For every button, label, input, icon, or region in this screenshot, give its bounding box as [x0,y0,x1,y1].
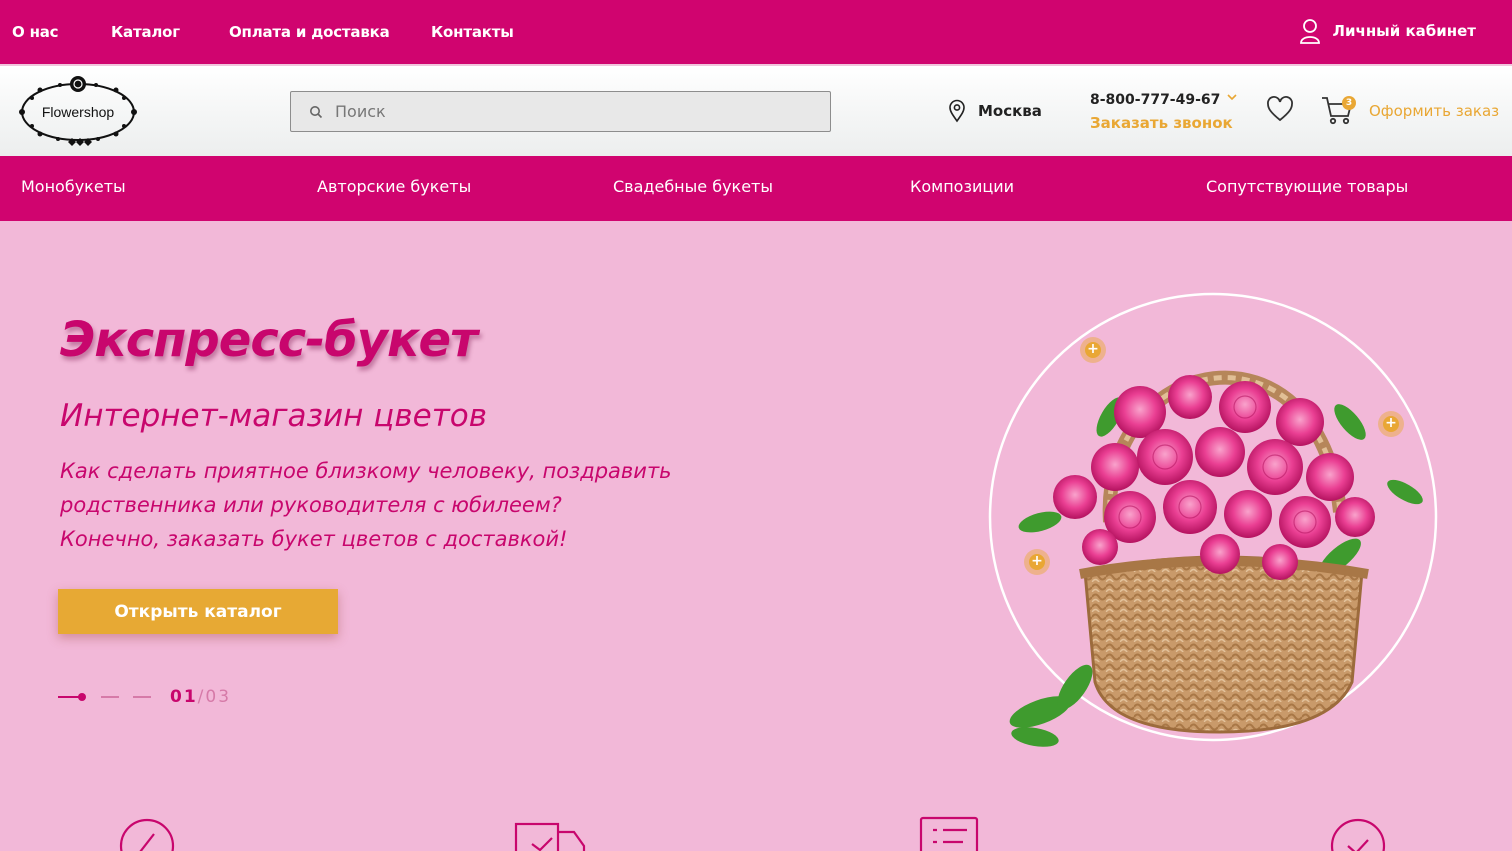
hotspot-plus-icon[interactable]: + [1378,411,1404,437]
open-catalog-button[interactable]: Открыть каталог [58,589,338,634]
top-nav-payment-delivery[interactable]: Оплата и доставка [229,23,390,41]
account-label: Личный кабинет [1332,22,1476,40]
slide-current: 01 [170,687,198,707]
top-nav-catalog[interactable]: Каталог [111,23,180,41]
logo-text: Flowershop [42,104,115,120]
delivery-truck-icon [514,822,586,851]
slide-counter: 01/03 [170,687,231,707]
phone-text: 8-800-777-49-67 [1090,92,1221,108]
logo[interactable]: Flowershop [12,72,144,150]
hero-subtitle: Интернет-магазин цветов [60,398,488,434]
slider-pagination [58,693,151,701]
search-input[interactable] [335,102,795,121]
callback-link[interactable]: Заказать звонок [1090,114,1233,132]
category-compositions[interactable]: Композиции [910,177,1014,196]
hotspot-plus-icon[interactable]: + [1024,549,1050,575]
checkout-link[interactable]: Оформить заказ [1369,102,1499,120]
hero-text-line: родственника или руководителя с юбилеем? [60,493,562,517]
feature-icons-row [119,816,1386,851]
slide-indicator-1[interactable] [58,693,86,701]
category-mono-bouquets[interactable]: Монобукеты [21,177,126,196]
checklist-icon [919,816,979,851]
top-nav-about[interactable]: О нас [12,23,59,41]
hotspot-plus-icon[interactable]: + [1080,337,1106,363]
chevron-down-icon[interactable] [1226,92,1238,102]
header: Flowershop Москва 8-800-777-49-67 Заказа… [0,64,1512,156]
cart-count-badge: 3 [1342,96,1356,110]
top-nav-contacts[interactable]: Контакты [431,23,514,41]
certified-badge-icon [1330,818,1386,851]
search-box[interactable] [290,91,831,132]
hero-description: Как сделать приятное близкому человеку, … [60,454,780,556]
category-wedding-bouquets[interactable]: Свадебные букеты [613,177,773,196]
account-link[interactable]: Личный кабинет [1299,18,1476,44]
heart-icon[interactable] [1266,96,1294,122]
search-icon [310,105,323,118]
category-accessories[interactable]: Сопутствующие товары [1206,177,1408,196]
flower-basket-image [988,292,1438,747]
location-pin-icon [949,99,965,123]
phone-number[interactable]: 8-800-777-49-67 [1090,92,1237,108]
hero-title: Экспресс-букет [60,312,478,368]
category-author-bouquets[interactable]: Авторские букеты [317,177,471,196]
category-nav: Монобукеты Авторские букеты Свадебные бу… [0,156,1512,221]
hero-text-line: Конечно, заказать букет цветов с доставк… [60,527,568,551]
user-icon [1299,19,1320,44]
city-label: Москва [978,102,1042,120]
top-bar: О нас Каталог Оплата и доставка Контакты… [0,0,1512,64]
hero-text-line: Как сделать приятное близкому человеку, … [60,459,672,483]
slide-total: /03 [197,687,232,707]
quality-badge-icon [119,818,175,851]
city-selector[interactable]: Москва [948,99,1042,123]
